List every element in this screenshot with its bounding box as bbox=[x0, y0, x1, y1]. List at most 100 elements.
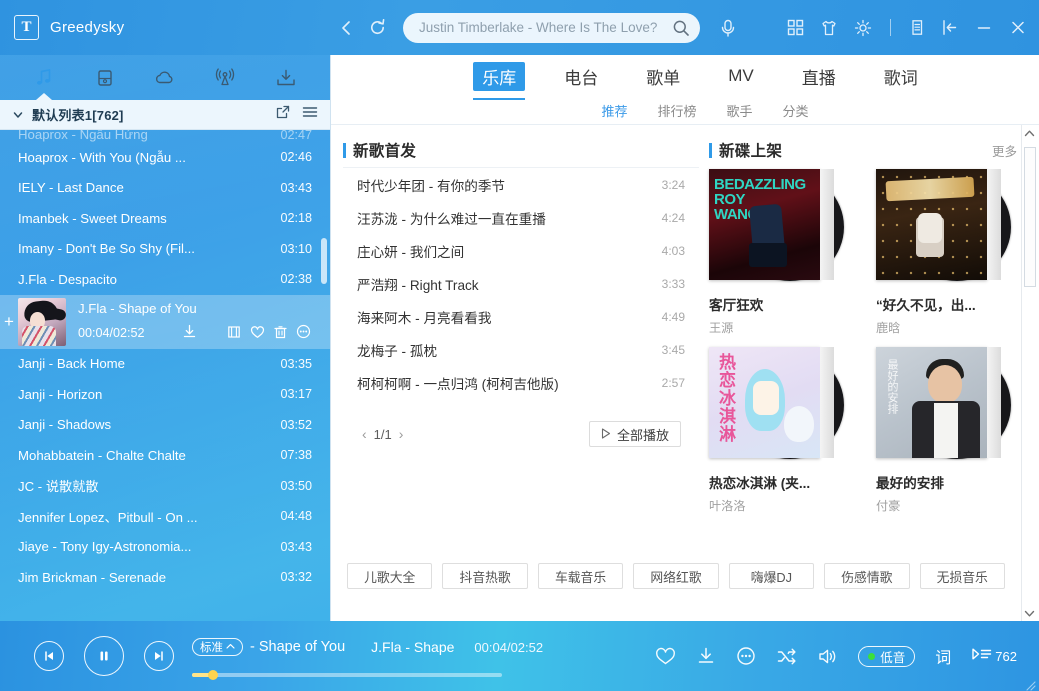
list-item[interactable]: Imanbek - Sweet Dreams 02:18 bbox=[0, 203, 330, 234]
prev-page-icon[interactable]: ‹ bbox=[355, 426, 374, 442]
list-item[interactable]: 龙梅子 - 孤枕 3:45 bbox=[343, 333, 699, 366]
search-icon[interactable] bbox=[672, 19, 690, 37]
tab-radio[interactable]: 电台 bbox=[555, 62, 607, 91]
list-item[interactable]: 庄心妍 - 我们之间 4:03 bbox=[343, 234, 699, 267]
list-item[interactable]: Janji - Back Home 03:35 bbox=[0, 349, 330, 380]
playlist-header[interactable]: 默认列表1[762] bbox=[0, 100, 330, 130]
shuffle-icon[interactable] bbox=[776, 647, 797, 666]
list-item[interactable]: Janji - Shadows 03:52 bbox=[0, 410, 330, 441]
tag-chip[interactable]: 嗨爆DJ bbox=[729, 563, 814, 589]
refresh-icon[interactable] bbox=[368, 18, 387, 37]
hamburger-menu-icon[interactable] bbox=[302, 105, 318, 124]
subtab-ranking[interactable]: 排行榜 bbox=[657, 101, 696, 120]
list-item[interactable]: 严浩翔 - Right Track 3:33 bbox=[343, 267, 699, 300]
scroll-up-arrow-icon[interactable] bbox=[1024, 125, 1035, 141]
logout-icon[interactable] bbox=[941, 19, 959, 36]
open-external-icon[interactable] bbox=[276, 105, 290, 124]
lyrics-toggle-button[interactable]: 词 bbox=[935, 644, 951, 668]
next-track-button[interactable] bbox=[144, 641, 174, 671]
gear-icon[interactable] bbox=[854, 19, 872, 37]
list-item[interactable]: JC - 说散就散 03:50 bbox=[0, 471, 330, 502]
list-item[interactable]: Imany - Don't Be So Shy (Fil... 03:10 bbox=[0, 234, 330, 265]
list-item[interactable]: 时代少年团 - 有你的季节 3:24 bbox=[343, 168, 699, 201]
mv-film-icon[interactable] bbox=[227, 325, 241, 342]
list-item[interactable]: IELY - Last Dance 03:43 bbox=[0, 173, 330, 204]
list-item[interactable]: Hoaprox - With You (Ngẫu ... 02:46 bbox=[0, 142, 330, 173]
album-name: 热恋冰淇淋 (夹... bbox=[709, 472, 841, 492]
subtab-artists[interactable]: 歌手 bbox=[727, 101, 753, 120]
previous-track-button[interactable] bbox=[34, 641, 64, 671]
tag-chip[interactable]: 儿歌大全 bbox=[347, 563, 432, 589]
song-list[interactable]: Hoaprox - Ngẫu Hứng 02:47 Hoaprox - With… bbox=[0, 130, 330, 621]
list-item[interactable]: 柯柯柯啊 - 一点归鸿 (柯柯吉他版) 2:57 bbox=[343, 366, 699, 399]
tab-playlist[interactable]: 歌单 bbox=[637, 62, 689, 91]
download-icon[interactable] bbox=[182, 324, 197, 342]
menu-list-icon[interactable] bbox=[909, 19, 925, 36]
album-card[interactable]: 热恋冰淇淋 热恋冰淇淋 (夹... 叶洛洛 bbox=[709, 347, 850, 514]
chevron-down-icon[interactable] bbox=[6, 109, 28, 121]
tab-mv[interactable]: MV bbox=[719, 64, 763, 88]
favorite-heart-icon[interactable] bbox=[250, 325, 265, 342]
favorite-heart-icon[interactable] bbox=[655, 647, 676, 666]
tab-lyrics[interactable]: 歌词 bbox=[875, 62, 927, 91]
play-queue-button[interactable]: 762 bbox=[971, 645, 1017, 668]
tab-music-library[interactable]: 乐库 bbox=[473, 62, 525, 91]
list-item[interactable]: 海来阿木 - 月亮看看我 4:49 bbox=[343, 300, 699, 333]
resize-grip-icon[interactable] bbox=[1026, 678, 1036, 688]
album-card[interactable]: BEDAZZLINGROYWANG 客厅狂欢 王源 bbox=[709, 169, 850, 336]
album-card[interactable]: “好久不见，出... 鹿晗 bbox=[876, 169, 1017, 336]
library-tab-cloud[interactable] bbox=[143, 57, 187, 99]
progress-slider[interactable] bbox=[192, 673, 502, 677]
album-card[interactable]: 最好的安排 最好的安排 付豪 bbox=[876, 347, 1017, 514]
delete-trash-icon[interactable] bbox=[274, 325, 287, 342]
add-to-playlist-icon[interactable]: + bbox=[0, 295, 18, 349]
new-song-title: 海来阿木 - 月亮看看我 bbox=[357, 307, 662, 327]
pause-button[interactable] bbox=[84, 636, 124, 676]
list-item[interactable]: Jennifer Lopez、Pitbull - On ... 04:48 bbox=[0, 501, 330, 532]
download-icon[interactable] bbox=[696, 646, 716, 666]
subtab-recommend[interactable]: 推荐 bbox=[601, 101, 627, 120]
quality-selector[interactable]: 标准 bbox=[192, 638, 243, 656]
list-item[interactable]: Mohabbatein - Chalte Chalte 07:38 bbox=[0, 440, 330, 471]
close-icon[interactable] bbox=[1009, 19, 1027, 36]
search-box[interactable] bbox=[403, 13, 700, 43]
tag-chip[interactable]: 车载音乐 bbox=[538, 563, 623, 589]
new-songs-list[interactable]: 时代少年团 - 有你的季节 3:24 汪苏泷 - 为什么难过一直在重播 4:24… bbox=[343, 167, 699, 399]
more-options-icon[interactable] bbox=[296, 324, 311, 342]
library-tab-download[interactable] bbox=[264, 57, 308, 99]
play-all-button[interactable]: 全部播放 bbox=[589, 421, 681, 447]
library-tab-device[interactable] bbox=[83, 57, 127, 99]
back-icon[interactable] bbox=[338, 19, 354, 37]
tag-chip[interactable]: 伤感情歌 bbox=[824, 563, 909, 589]
volume-icon[interactable] bbox=[817, 647, 838, 666]
content-scrollbar[interactable] bbox=[1021, 125, 1037, 621]
library-tab-music[interactable] bbox=[22, 57, 66, 99]
library-tab-radio[interactable] bbox=[203, 57, 247, 99]
bass-toggle[interactable]: 低音 bbox=[858, 646, 915, 667]
tag-chip[interactable]: 无损音乐 bbox=[920, 563, 1005, 589]
list-item[interactable]: Jim Brickman - Serenade 03:32 bbox=[0, 562, 330, 593]
tab-live[interactable]: 直播 bbox=[793, 62, 845, 91]
more-options-icon[interactable] bbox=[736, 646, 756, 666]
skin-shirt-icon[interactable] bbox=[820, 19, 838, 37]
list-item[interactable]: Janji - Horizon 03:17 bbox=[0, 379, 330, 410]
current-song-row[interactable]: + J.Fla - Shape of You 00:04/02:52 bbox=[0, 295, 330, 349]
progress-knob[interactable] bbox=[208, 670, 218, 680]
scrollbar-thumb[interactable] bbox=[1024, 147, 1036, 287]
list-item[interactable]: 汪苏泷 - 为什么难过一直在重播 4:24 bbox=[343, 201, 699, 234]
list-item[interactable]: Jiaye - Tony Igy-Astronomia... 03:43 bbox=[0, 532, 330, 563]
scrollbar-track[interactable] bbox=[1022, 141, 1037, 605]
scroll-down-arrow-icon[interactable] bbox=[1024, 605, 1035, 621]
new-albums-more-link[interactable]: 更多 bbox=[992, 141, 1017, 160]
voice-search-icon[interactable] bbox=[718, 18, 738, 38]
search-input[interactable] bbox=[419, 20, 672, 35]
library-scrollbar-thumb[interactable] bbox=[321, 238, 327, 284]
apps-grid-icon[interactable] bbox=[787, 19, 804, 36]
list-item[interactable]: J.Fla - Despacito 02:38 bbox=[0, 264, 330, 295]
tag-chip[interactable]: 网络红歌 bbox=[633, 563, 718, 589]
tag-chip[interactable]: 抖音热歌 bbox=[442, 563, 527, 589]
list-item[interactable]: Hoaprox - Ngẫu Hứng 02:47 bbox=[0, 130, 330, 142]
subtab-categories[interactable]: 分类 bbox=[783, 101, 809, 120]
next-page-icon[interactable]: › bbox=[392, 426, 411, 442]
minimize-icon[interactable] bbox=[975, 19, 993, 36]
